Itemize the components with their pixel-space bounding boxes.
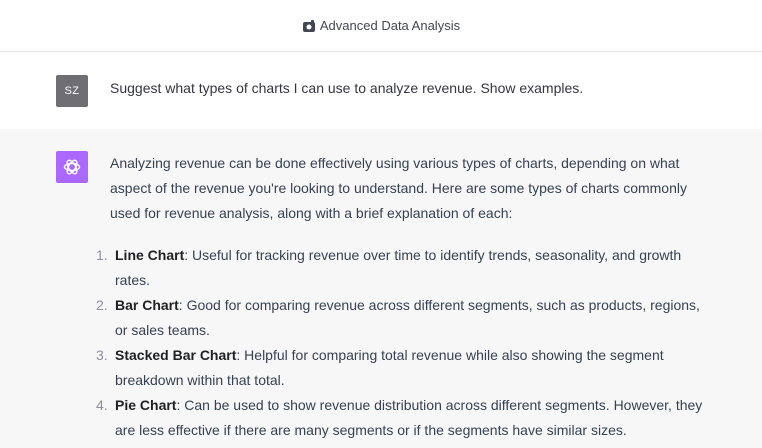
list-item: 4. Pie Chart: Can be used to show revenu… (96, 393, 710, 443)
user-message-text: Suggest what types of charts I can use t… (110, 80, 584, 96)
data-analysis-icon (302, 19, 316, 33)
assistant-intro: Analyzing revenue can be done effectivel… (110, 155, 687, 221)
list-item-title: Line Chart (115, 247, 185, 263)
model-title: Advanced Data Analysis (319, 18, 461, 33)
list-item-desc: : Can be used to show revenue distributi… (115, 397, 703, 438)
list-item-title: Bar Chart (115, 297, 179, 313)
list-item-title: Pie Chart (115, 397, 177, 413)
list-item-title: Stacked Bar Chart (115, 347, 237, 363)
list-number: 4. (96, 397, 108, 413)
list-item: 3. Stacked Bar Chart: Helpful for compar… (96, 343, 710, 393)
list-number: 2. (96, 297, 108, 313)
user-message: SZ Suggest what types of charts I can us… (0, 52, 762, 130)
list-item-desc: : Useful for tracking revenue over time … (115, 247, 682, 288)
list-number: 1. (96, 247, 108, 263)
assistant-message-content: Analyzing revenue can be done effectivel… (96, 151, 710, 443)
list-item-desc: : Good for comparing revenue across diff… (115, 297, 700, 338)
list-item: 1. Line Chart: Useful for tracking reven… (96, 243, 710, 293)
list-item: 2. Bar Chart: Good for comparing revenue… (96, 293, 710, 343)
chart-type-list: 1. Line Chart: Useful for tracking reven… (96, 243, 710, 443)
chat-page: Advanced Data Analysis SZ Suggest what t… (0, 0, 762, 448)
top-bar: Advanced Data Analysis (0, 0, 762, 52)
user-avatar: SZ (56, 75, 88, 107)
list-number: 3. (96, 347, 108, 363)
openai-logo-icon (56, 151, 88, 183)
assistant-message: Analyzing revenue can be done effectivel… (0, 129, 762, 448)
